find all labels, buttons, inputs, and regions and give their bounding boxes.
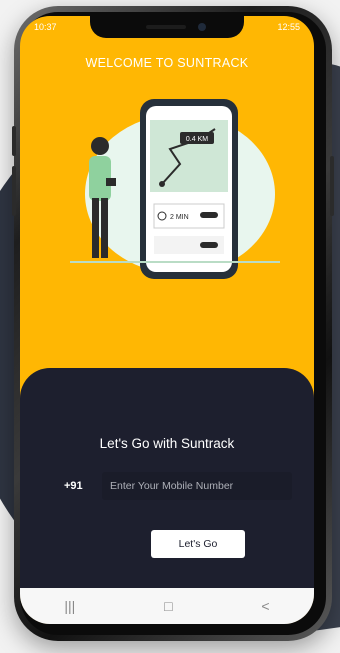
navigation-illustration: 0.4 KM 2 MIN <box>70 99 280 279</box>
notch <box>90 16 244 38</box>
lets-go-button[interactable]: Let's Go <box>151 530 245 558</box>
welcome-title: WELCOME TO SUNTRACK <box>85 56 249 70</box>
camera <box>198 23 206 31</box>
status-right: 12:55 <box>277 22 300 32</box>
recent-apps-icon[interactable]: ||| <box>64 598 75 614</box>
android-navbar: ||| □ < <box>20 588 314 624</box>
volume-button-2 <box>12 166 16 216</box>
back-icon[interactable]: < <box>261 598 269 614</box>
login-heading: Let's Go with Suntrack <box>99 436 235 451</box>
country-code[interactable]: +91 <box>64 480 83 492</box>
status-time: 10:37 <box>34 22 57 32</box>
distance-text: 0.4 KM <box>186 136 208 143</box>
app-screen: 10:37 12:55 WELCOME TO SUNTRACK 0.4 KM 2… <box>20 16 314 624</box>
time-text: 2 MIN <box>170 214 189 221</box>
car-icon <box>200 212 218 218</box>
volume-button <box>12 126 16 156</box>
home-icon[interactable]: □ <box>164 598 172 614</box>
power-button <box>330 156 334 216</box>
mobile-number-input[interactable] <box>102 472 292 500</box>
speaker <box>146 25 186 29</box>
